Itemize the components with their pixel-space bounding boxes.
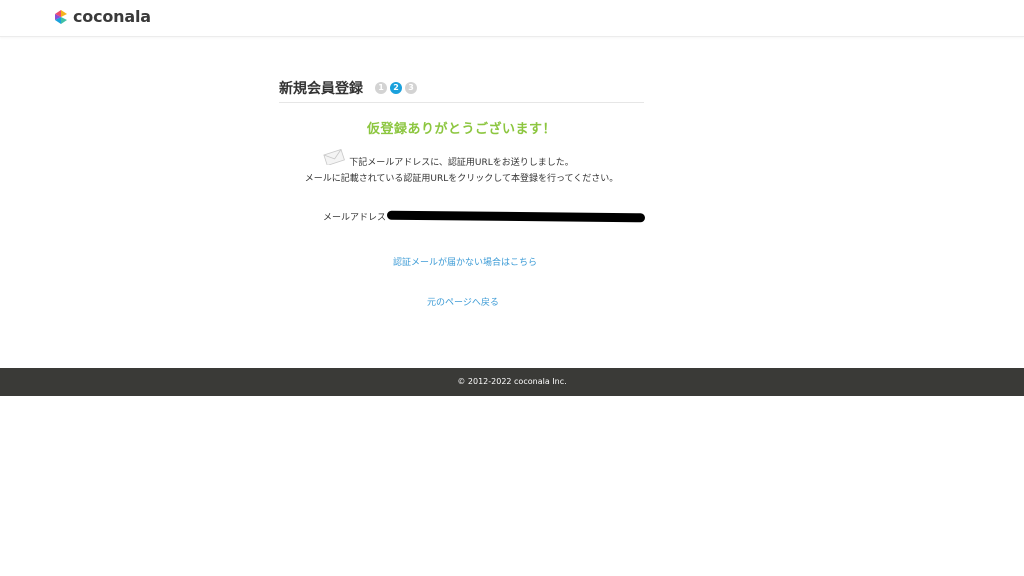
email-label: メールアドレス [323, 213, 387, 223]
instruction-message: 下記メールアドレスに、認証用URLをお送りしました。 メールに記載されている認証… [279, 149, 644, 187]
site-footer: © 2012-2022 coconala Inc. [0, 368, 1024, 396]
logo-text: coconala [73, 7, 151, 26]
email-row: メールアドレス [323, 210, 646, 223]
site-header: coconala [0, 0, 1024, 37]
step-indicator: 1 2 3 [375, 82, 417, 94]
title-row: 新規会員登録 1 2 3 [279, 76, 644, 103]
coconala-logo[interactable]: coconala [53, 7, 151, 26]
message-line-2: メールに記載されている認証用URLをクリックして本登録を行ってください。 [304, 174, 619, 184]
copyright-text: © 2012-2022 coconala Inc. [457, 377, 567, 386]
resend-email-link[interactable]: 認証メールが届かない場合はこちら [393, 255, 537, 268]
page-title: 新規会員登録 [279, 81, 363, 97]
envelope-icon [323, 149, 345, 165]
step-3: 3 [405, 82, 417, 94]
back-to-previous-page-link[interactable]: 元のページへ戻る [427, 295, 499, 308]
step-1: 1 [375, 82, 387, 94]
success-message: 仮登録ありがとうございます！ [366, 122, 556, 137]
coconala-logo-icon [55, 9, 67, 24]
email-address-redacted [386, 210, 646, 223]
step-2-active: 2 [390, 82, 402, 94]
registration-panel: 新規会員登録 1 2 3 仮登録ありがとうございます！ 下記メールアドレスに、認… [279, 76, 644, 187]
